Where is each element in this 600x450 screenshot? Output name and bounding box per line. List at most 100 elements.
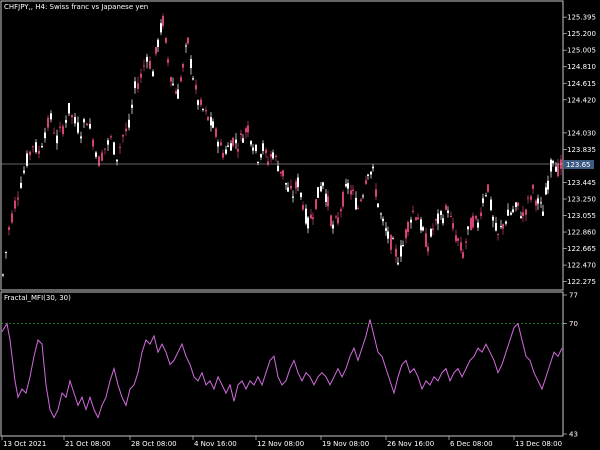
- price-tick-label: 124.615: [567, 80, 596, 88]
- candle-body: [192, 78, 194, 80]
- candle-body: [517, 202, 519, 206]
- candle-body: [347, 183, 349, 189]
- candle-body: [482, 198, 484, 203]
- candle-body: [128, 119, 130, 128]
- candle-body: [320, 186, 322, 192]
- price-tick-label: 122.470: [567, 262, 596, 270]
- candle-body: [280, 171, 282, 174]
- candle-body: [167, 59, 169, 63]
- price-tick-label: 123.250: [567, 195, 596, 203]
- candle-body: [552, 160, 554, 164]
- price-tick-label: 124.420: [567, 96, 596, 104]
- candle-body: [485, 195, 487, 197]
- time-tick-label: 26 Nov 16:00: [387, 440, 434, 448]
- candle-body: [77, 122, 79, 133]
- candle-body: [29, 151, 31, 155]
- candle-body: [260, 154, 262, 158]
- candle-body: [472, 215, 474, 228]
- candle-body: [257, 162, 259, 164]
- chart-title: CHFJPY,, H4: Swiss franc vs Japanese yen: [4, 3, 148, 11]
- candle-body: [405, 229, 407, 239]
- candle-body: [335, 216, 337, 218]
- candle-body: [362, 195, 364, 197]
- candle-body: [225, 149, 227, 154]
- candle-body: [520, 216, 522, 219]
- candle-body: [297, 177, 299, 188]
- candle-body: [212, 121, 214, 128]
- candle-body: [422, 227, 424, 231]
- candle-body: [44, 132, 46, 139]
- candle-body: [492, 216, 494, 221]
- indicator-tick-label: 70: [569, 320, 578, 328]
- candle-body: [116, 159, 118, 162]
- candle-body: [555, 166, 557, 172]
- candle-body: [275, 155, 277, 158]
- candle-body: [365, 180, 367, 184]
- candle-body: [495, 223, 497, 231]
- candle-body: [542, 211, 544, 216]
- candle-body: [550, 159, 552, 172]
- candle-body: [92, 139, 94, 147]
- price-tick-label: 125.005: [567, 47, 596, 55]
- candle-body: [377, 203, 379, 208]
- price-tick-label: 124.810: [567, 63, 596, 71]
- candle-body: [210, 117, 212, 126]
- candle-body: [402, 245, 404, 247]
- candle-body: [497, 233, 499, 235]
- candle-body: [387, 231, 389, 239]
- candle-body: [380, 213, 382, 215]
- candle-body: [427, 246, 429, 252]
- candle-body: [107, 140, 109, 145]
- candle-body: [146, 56, 148, 62]
- candle-body: [122, 134, 124, 137]
- time-tick-label: 13 Oct 2021: [3, 440, 46, 448]
- candle-body: [340, 209, 342, 212]
- candle-body: [425, 233, 427, 247]
- candle-body: [505, 221, 507, 224]
- candle-body: [68, 103, 70, 114]
- candle-body: [152, 71, 154, 77]
- candle-body: [170, 76, 172, 82]
- candle-body: [202, 108, 204, 110]
- candle-body: [20, 182, 22, 188]
- candle-body: [252, 147, 254, 151]
- candle-body: [205, 110, 207, 112]
- candle-body: [59, 126, 61, 128]
- chart-window[interactable]: CHFJPY,, H4: Swiss franc vs Japanese yen…: [0, 0, 600, 450]
- candle-body: [222, 152, 224, 158]
- candle-body: [330, 215, 332, 226]
- candle-body: [442, 218, 444, 224]
- candle-body: [38, 150, 40, 154]
- price-axis[interactable]: 125.395 125.200 125.005 124.810 124.615 124.4…: [563, 14, 596, 287]
- candle-body: [512, 209, 514, 213]
- candle-body: [450, 216, 452, 218]
- candle-body: [65, 120, 67, 123]
- candle-body: [23, 170, 25, 173]
- candle-body: [157, 39, 159, 47]
- candle-body: [557, 163, 559, 177]
- candle-body: [315, 199, 317, 210]
- candle-body: [535, 200, 537, 206]
- candle-body: [392, 238, 394, 240]
- candle-body: [477, 222, 479, 228]
- candle-body: [242, 138, 244, 143]
- candle-body: [134, 81, 136, 89]
- time-tick-label: 6 Dec 08:00: [450, 440, 493, 448]
- candle-body: [71, 115, 73, 118]
- candle-body: [415, 217, 417, 220]
- candle-body: [195, 84, 197, 90]
- candle-body: [143, 65, 145, 67]
- candle-body: [140, 73, 142, 78]
- candle-body: [2, 274, 4, 276]
- candle-body: [455, 235, 457, 242]
- candle-body: [372, 166, 374, 169]
- candle-body: [417, 217, 419, 220]
- candle-body: [310, 214, 312, 219]
- candle-body: [282, 170, 284, 177]
- candle-body: [342, 192, 344, 207]
- candle-body: [287, 187, 289, 192]
- candle-body: [8, 227, 10, 231]
- candle-body: [382, 218, 384, 222]
- candle-body: [160, 23, 162, 33]
- candle-body: [262, 143, 264, 151]
